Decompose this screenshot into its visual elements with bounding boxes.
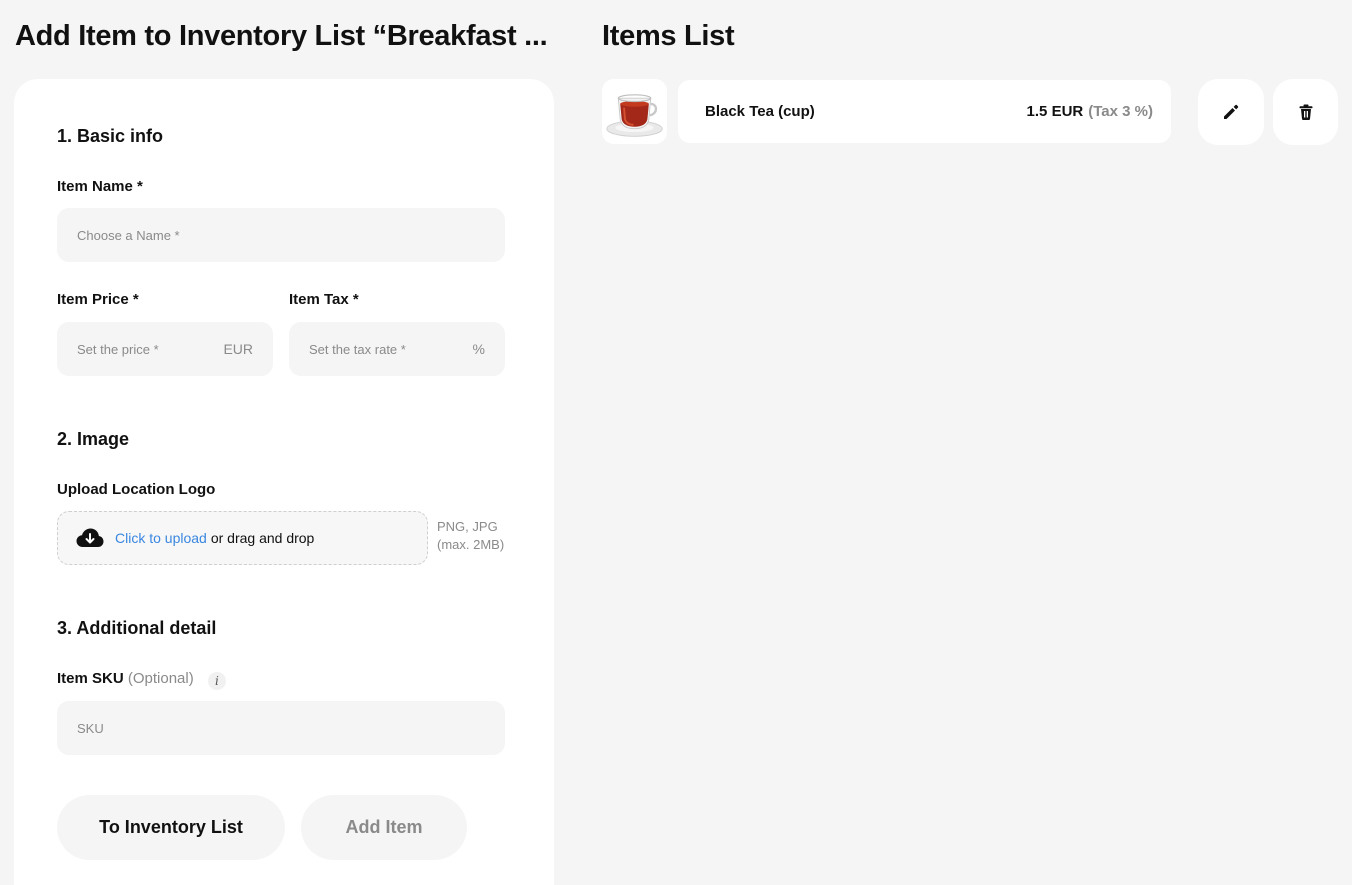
page: Add Item to Inventory List “Breakfast ..… [0, 0, 1352, 885]
delete-item-button[interactable] [1273, 79, 1338, 145]
item-price-placeholder: Set the price * [77, 341, 159, 357]
item-price-label: Item Price * [57, 291, 139, 308]
item-sku-label-text: Item SKU [57, 670, 124, 687]
item-tax-placeholder: Set the tax rate * [309, 341, 406, 357]
item-price-input[interactable]: Set the price * EUR [57, 322, 273, 376]
percent-suffix: % [472, 341, 485, 357]
section-image-title: 2. Image [57, 429, 130, 449]
page-title: Add Item to Inventory List “Breakfast ..… [15, 20, 548, 52]
add-item-form: 1. Basic info Item Name * Choose a Name … [14, 79, 554, 885]
optional-tag: (Optional) [127, 670, 194, 687]
item-tax: (Tax 3 %) [1088, 103, 1153, 120]
list-item[interactable]: Black Tea (cup) 1.5 EUR (Tax 3 %) [678, 80, 1171, 143]
add-item-button[interactable]: Add Item [301, 795, 467, 860]
item-name-input[interactable]: Choose a Name * [57, 208, 505, 262]
section-basic-info-title: 1. Basic info [57, 126, 164, 146]
item-name: Black Tea (cup) [705, 103, 815, 120]
item-name-placeholder: Choose a Name * [77, 227, 180, 243]
items-list-title: Items List [602, 20, 735, 52]
cloud-upload-icon [76, 528, 104, 547]
drag-and-drop-text: or drag and drop [210, 530, 315, 546]
item-sku-label: Item SKU (Optional) i [57, 670, 226, 690]
click-to-upload-link[interactable]: Click to upload [115, 530, 207, 546]
item-sku-placeholder: SKU [77, 720, 104, 736]
upload-hint-size: (max. 2MB) [437, 537, 505, 552]
item-thumbnail [602, 79, 667, 144]
tea-cup-image [605, 93, 663, 137]
item-tax-label: Item Tax * [289, 291, 359, 308]
to-inventory-list-button[interactable]: To Inventory List [57, 795, 285, 860]
section-additional-detail-title: 3. Additional detail [57, 618, 217, 638]
item-sku-input[interactable]: SKU [57, 701, 505, 755]
item-price: 1.5 EUR [1026, 103, 1084, 120]
item-name-label: Item Name * [57, 178, 143, 195]
upload-format-hint: PNG, JPG (max. 2MB) [437, 518, 504, 554]
item-tax-input[interactable]: Set the tax rate * % [289, 322, 505, 376]
upload-hint-formats: PNG, JPG [437, 519, 498, 534]
upload-dropzone[interactable]: Click to upload or drag and drop [57, 511, 428, 565]
edit-item-button[interactable] [1198, 79, 1264, 145]
pencil-icon [1224, 104, 1239, 119]
trash-icon [1299, 104, 1312, 120]
currency-suffix: EUR [223, 341, 253, 357]
upload-logo-label: Upload Location Logo [57, 481, 216, 498]
info-icon[interactable]: i [207, 672, 226, 690]
